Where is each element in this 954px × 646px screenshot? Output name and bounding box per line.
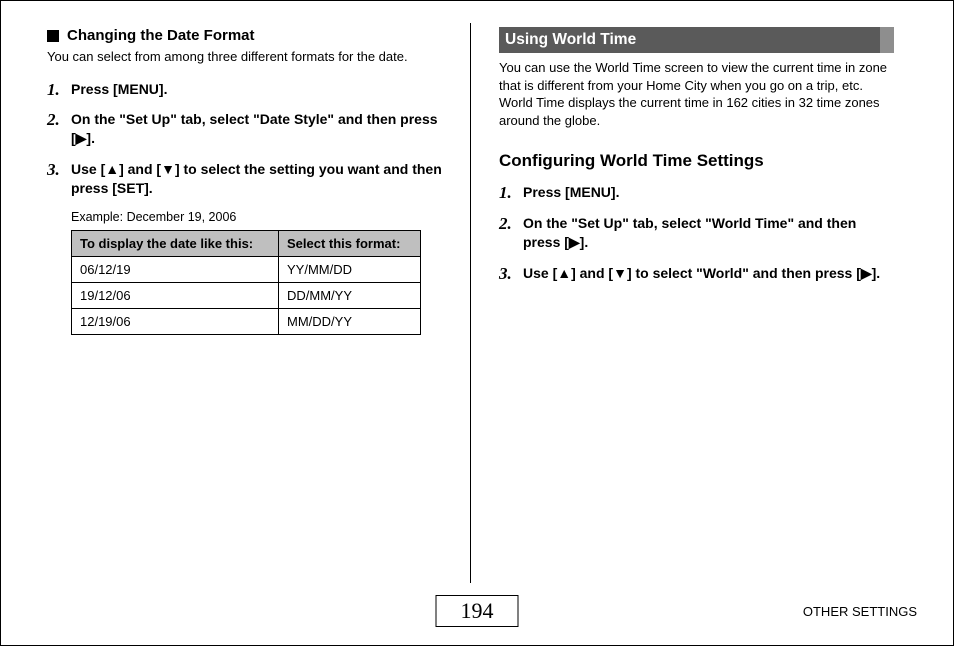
table-header-row: To display the date like this: Select th… <box>72 231 421 257</box>
world-time-steps: Press [MENU]. On the "Set Up" tab, selec… <box>499 183 894 283</box>
square-bullet-icon <box>47 30 59 42</box>
section-heading-text: Changing the Date Format <box>67 27 255 44</box>
table-header: Select this format: <box>279 231 421 257</box>
step-item: On the "Set Up" tab, select "World Time"… <box>499 214 894 252</box>
step-item: Use [▲] and [▼] to select the setting yo… <box>47 160 442 198</box>
subsection-heading: Configuring World Time Settings <box>499 151 894 171</box>
step-item: Press [MENU]. <box>499 183 894 202</box>
left-column: Changing the Date Format You can select … <box>47 27 470 557</box>
section-heading-change-date: Changing the Date Format <box>47 27 442 44</box>
date-format-table: To display the date like this: Select th… <box>71 230 421 335</box>
table-cell: 06/12/19 <box>72 257 279 283</box>
step-text: Press [MENU]. <box>71 81 167 97</box>
table-cell: 12/19/06 <box>72 309 279 335</box>
step-text: On the "Set Up" tab, select "World Time"… <box>523 215 856 250</box>
content-columns: Changing the Date Format You can select … <box>1 1 953 557</box>
step-item: Press [MENU]. <box>47 80 442 99</box>
page-number: 194 <box>436 595 519 627</box>
world-time-intro: You can use the World Time screen to vie… <box>499 59 894 129</box>
date-format-steps: Press [MENU]. On the "Set Up" tab, selec… <box>47 80 442 198</box>
bar-heading-world-time: Using World Time <box>499 27 894 53</box>
step-item: Use [▲] and [▼] to select "World" and th… <box>499 264 894 283</box>
right-column: Using World Time You can use the World T… <box>471 27 894 557</box>
table-row: 06/12/19 YY/MM/DD <box>72 257 421 283</box>
step-text: Use [▲] and [▼] to select "World" and th… <box>523 265 880 281</box>
table-header: To display the date like this: <box>72 231 279 257</box>
step-text: Press [MENU]. <box>523 184 619 200</box>
page-footer: 194 OTHER SETTINGS <box>1 589 953 627</box>
table-cell: YY/MM/DD <box>279 257 421 283</box>
table-cell: 19/12/06 <box>72 283 279 309</box>
step-item: On the "Set Up" tab, select "Date Style"… <box>47 110 442 148</box>
footer-section-label: OTHER SETTINGS <box>803 604 917 619</box>
table-row: 19/12/06 DD/MM/YY <box>72 283 421 309</box>
table-row: 12/19/06 MM/DD/YY <box>72 309 421 335</box>
example-label: Example: December 19, 2006 <box>47 210 442 224</box>
section-intro: You can select from among three differen… <box>47 48 442 66</box>
table-cell: DD/MM/YY <box>279 283 421 309</box>
manual-page: Changing the Date Format You can select … <box>0 0 954 646</box>
bar-heading-text: Using World Time <box>505 31 636 48</box>
step-text: On the "Set Up" tab, select "Date Style"… <box>71 111 438 146</box>
step-text: Use [▲] and [▼] to select the setting yo… <box>71 161 442 196</box>
table-cell: MM/DD/YY <box>279 309 421 335</box>
